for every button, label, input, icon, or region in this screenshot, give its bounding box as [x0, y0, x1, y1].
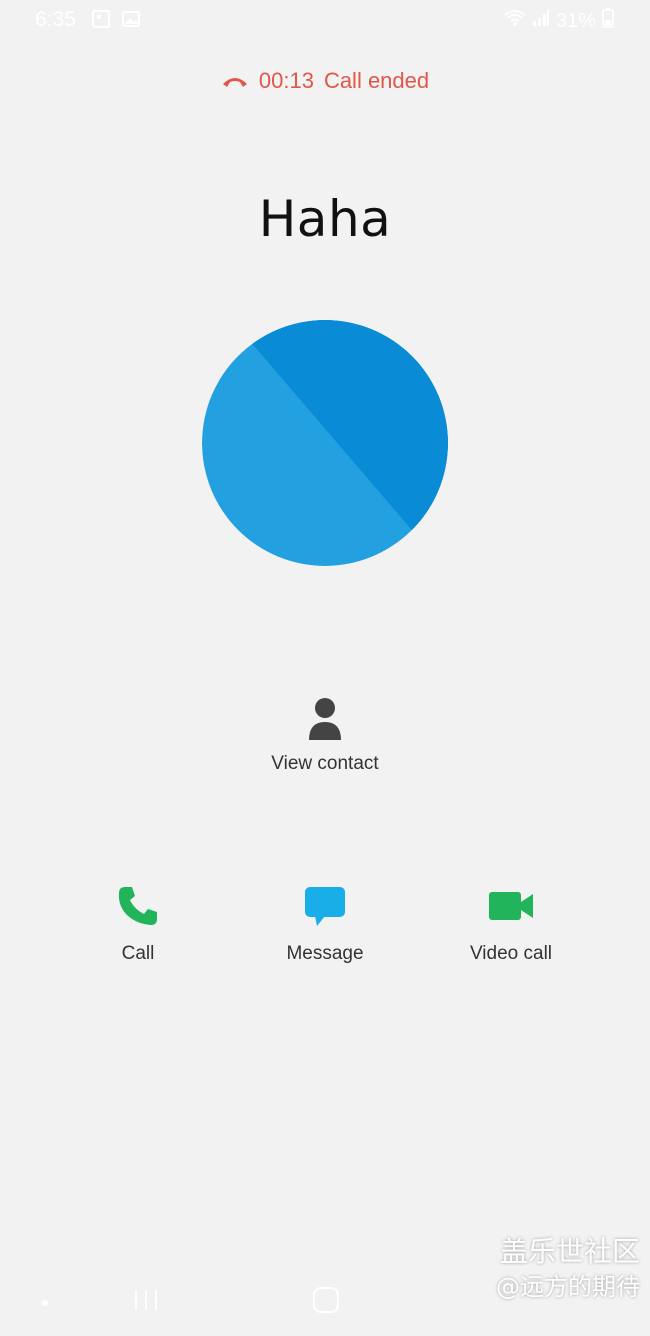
dot-icon [41, 1294, 49, 1312]
battery-percent: 31% [555, 9, 596, 32]
status-right: 31% [504, 8, 614, 34]
phone-icon [116, 884, 160, 933]
wifi-icon [504, 9, 526, 33]
person-icon [307, 696, 343, 745]
call-label: Call [121, 943, 155, 964]
message-button[interactable]: Message [245, 884, 405, 965]
video-call-button[interactable]: Video call [431, 884, 591, 965]
video-icon [487, 884, 535, 933]
contact-name: Haha [258, 190, 392, 248]
gallery-icon [122, 10, 140, 34]
view-contact-button[interactable]: View contact [225, 696, 425, 775]
watermark-line2: @远方的期待 [496, 1273, 640, 1301]
video-call-label: Video call [469, 943, 553, 964]
battery-icon [602, 8, 614, 34]
call-status-text: Call ended [323, 68, 430, 93]
call-button[interactable]: Call [58, 884, 218, 965]
home-button[interactable] [312, 1286, 340, 1319]
watermark: 盖乐世社区 @远方的期待 [496, 1234, 640, 1304]
recent-apps-button[interactable] [133, 1288, 159, 1317]
call-status: 00:13 Call ended [0, 68, 650, 94]
watermark-line1: 盖乐世社区 [499, 1235, 640, 1268]
signal-icon [532, 9, 550, 33]
avatar [202, 320, 448, 566]
notification-icon [92, 10, 110, 34]
message-icon [303, 884, 347, 933]
status-time: 6:35 [35, 8, 76, 31]
end-call-icon [221, 73, 249, 89]
view-contact-label: View contact [271, 753, 379, 774]
message-label: Message [286, 943, 364, 964]
call-duration: 00:13 [258, 68, 314, 93]
status-bar: 6:35 31% [0, 0, 650, 40]
